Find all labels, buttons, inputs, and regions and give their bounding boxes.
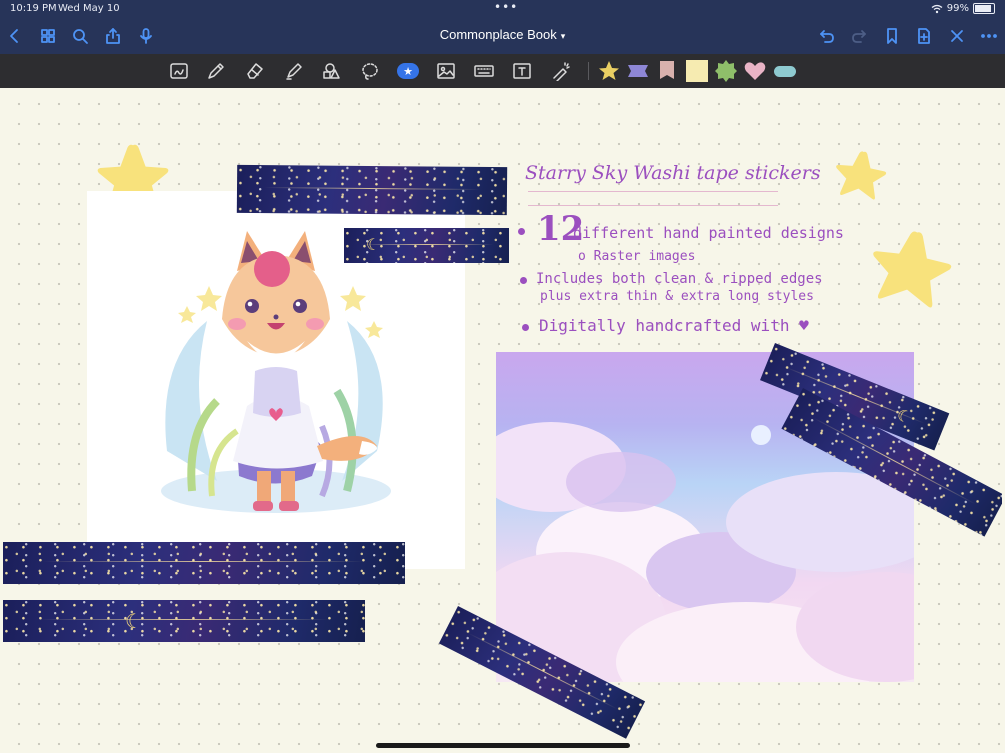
notes-title: Starry Sky Washi tape stickers: [525, 162, 821, 184]
status-bar: 10:19 PM Wed May 10 ••• 99%: [0, 0, 1005, 18]
highlighter-icon[interactable]: [281, 59, 307, 83]
tag-sticker-icon[interactable]: [654, 59, 680, 83]
washi-tape-sticker[interactable]: [3, 542, 405, 584]
pen-icon[interactable]: [203, 59, 229, 83]
note-sub-line: o Raster images: [578, 249, 696, 264]
more-icon[interactable]: [978, 25, 1000, 47]
flower-sticker-icon[interactable]: [713, 59, 739, 83]
keyboard-icon[interactable]: [471, 59, 497, 83]
status-date: Wed May 10: [58, 3, 120, 14]
moon-icon: ☾: [125, 609, 143, 633]
note-line: different hand painted designs: [573, 224, 844, 242]
washi-tape-sticker[interactable]: ☾: [344, 228, 509, 263]
note-line: plus extra thin & extra long styles: [540, 289, 814, 304]
star-sticker[interactable]: [830, 148, 890, 208]
title-underline: [528, 205, 778, 206]
sticker-icon[interactable]: ★: [395, 59, 421, 83]
battery-percent: 99%: [946, 3, 969, 14]
wifi-icon: [931, 4, 943, 13]
add-page-icon[interactable]: [913, 25, 935, 47]
notebook-page-canvas[interactable]: ☾ ☾ ☾ Starry Sky Washi tape stickers 12 …: [3, 88, 1002, 753]
bullet-point: [522, 324, 529, 331]
ribbon-sticker-icon[interactable]: [625, 59, 651, 83]
bullet-point: [520, 277, 527, 284]
star-sticker[interactable]: [863, 226, 957, 320]
note-line: Digitally handcrafted with ♥: [539, 316, 809, 335]
tool-bar: ★: [0, 54, 1005, 88]
star-sticker-icon[interactable]: [596, 59, 622, 83]
undo-icon[interactable]: [816, 25, 838, 47]
home-indicator[interactable]: [376, 743, 630, 748]
close-icon[interactable]: [946, 25, 968, 47]
redo-icon[interactable]: [848, 25, 870, 47]
laser-pointer-icon[interactable]: [548, 59, 574, 83]
title-underline: [528, 191, 778, 192]
heart-icon: ♥: [799, 316, 809, 335]
note-line-text: Digitally handcrafted with: [539, 316, 790, 335]
note-line: Includes both clean & ripped edges: [536, 271, 823, 287]
status-time: 10:19 PM: [10, 3, 57, 14]
bookmark-icon[interactable]: [881, 25, 903, 47]
lasso-icon[interactable]: [357, 59, 383, 83]
pill-sticker-icon[interactable]: [772, 59, 798, 83]
moon-icon: ☾: [366, 235, 381, 254]
washi-tape-sticker[interactable]: [236, 164, 508, 216]
moon-icon: ☾: [893, 404, 915, 428]
moon-circle: [751, 425, 771, 445]
image-icon[interactable]: [433, 59, 459, 83]
zoom-window-icon[interactable]: [166, 59, 192, 83]
toolbar-divider: [588, 62, 589, 80]
multitasking-dots-icon[interactable]: •••: [494, 0, 518, 14]
text-icon[interactable]: [509, 59, 535, 83]
document-title-text: Commonplace Book: [439, 27, 557, 42]
navigation-bar: Commonplace Book ▾: [0, 18, 1005, 54]
chevron-down-icon: ▾: [560, 31, 566, 41]
note-sticker-icon[interactable]: [684, 59, 710, 83]
shapes-icon[interactable]: [319, 59, 345, 83]
battery-icon: [973, 3, 995, 14]
battery-status: 99%: [931, 3, 995, 14]
washi-tape-sticker[interactable]: ☾: [3, 600, 365, 642]
bullet-point: [518, 228, 525, 235]
eraser-icon[interactable]: [242, 59, 268, 83]
heart-sticker-icon[interactable]: [742, 59, 768, 83]
